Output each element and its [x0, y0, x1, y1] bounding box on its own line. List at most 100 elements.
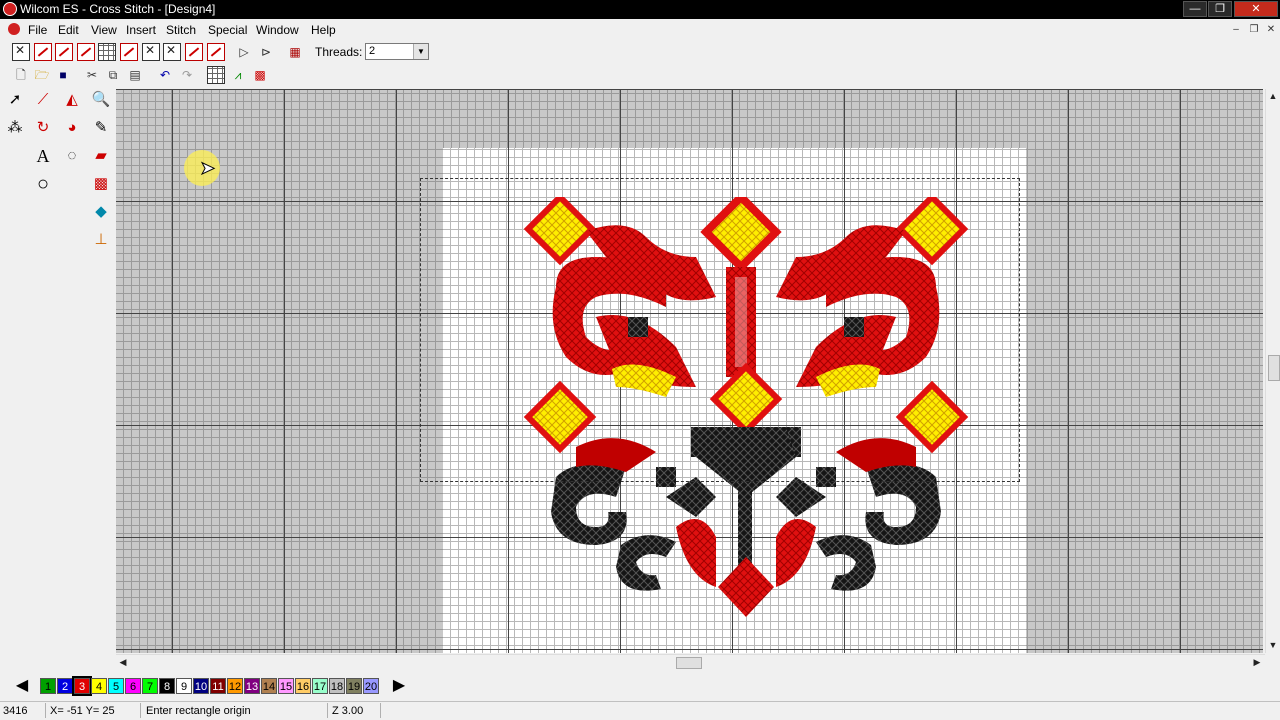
palette-swatch-3[interactable]: 3 — [72, 676, 92, 696]
document-icon[interactable] — [8, 23, 20, 35]
half-cross-icon[interactable] — [34, 43, 52, 61]
scroll-up-icon[interactable]: ▲ — [1266, 89, 1280, 103]
palette-prev-icon[interactable]: ◀ — [11, 676, 33, 696]
scroll-right-icon[interactable]: ▶ — [1250, 655, 1264, 669]
circle-icon[interactable]: ○ — [32, 173, 54, 195]
menu-stitch[interactable]: Stitch — [166, 23, 196, 37]
palette-swatch-16[interactable]: 16 — [295, 678, 311, 694]
palette-swatch-9[interactable]: 9 — [176, 678, 192, 694]
eraser-icon[interactable]: ▰ — [90, 145, 112, 167]
menu-edit[interactable]: Edit — [58, 23, 79, 37]
palette-swatch-6[interactable]: 6 — [125, 678, 141, 694]
palette-swatch-1[interactable]: 1 — [40, 678, 56, 694]
palette-swatch-7[interactable]: 7 — [142, 678, 158, 694]
new-file-icon[interactable]: 🗋 — [12, 66, 30, 84]
stitch-count: 3416 — [3, 705, 28, 717]
rotate-icon[interactable]: ↻ — [32, 117, 54, 139]
horizontal-scroll-thumb[interactable] — [676, 657, 702, 669]
palette-next-icon[interactable]: ▶ — [388, 676, 410, 696]
menu-file[interactable]: File — [28, 23, 47, 37]
maximize-button[interactable]: ❐ — [1208, 1, 1232, 17]
paste-icon[interactable]: ▤ — [126, 66, 144, 84]
slow-redraw-icon[interactable]: ⊳ — [257, 43, 275, 61]
line-stitch-icon[interactable]: ⟋ — [32, 89, 54, 111]
show-stitches-icon[interactable]: ⩘ — [229, 66, 247, 84]
cut-icon[interactable]: ✂ — [83, 66, 101, 84]
menu-insert[interactable]: Insert — [126, 23, 156, 37]
app-icon[interactable] — [3, 2, 17, 16]
copy-icon[interactable]: ⧉ — [104, 66, 122, 84]
scroll-down-icon[interactable]: ▼ — [1266, 638, 1280, 652]
mouse-pointer-icon: ➤ — [199, 158, 216, 179]
palette-swatch-14[interactable]: 14 — [261, 678, 277, 694]
palette-swatch-15[interactable]: 15 — [278, 678, 294, 694]
palette-swatch-18[interactable]: 18 — [329, 678, 345, 694]
palette-swatch-8[interactable]: 8 — [159, 678, 175, 694]
lasso-icon[interactable]: ◌ — [61, 145, 83, 167]
status-divider — [140, 703, 141, 718]
selection-rectangle — [420, 178, 1020, 482]
palette-swatch-10[interactable]: 10 — [193, 678, 209, 694]
status-prompt: Enter rectangle origin — [146, 705, 251, 717]
fill-cross-icon[interactable] — [142, 43, 160, 61]
double-cross-icon[interactable] — [163, 43, 181, 61]
quarter-cross-icon[interactable] — [55, 43, 73, 61]
cursor-coordinates: X= -51 Y= 25 — [50, 705, 115, 717]
status-divider — [380, 703, 381, 718]
scroll-left-icon[interactable]: ◀ — [116, 655, 130, 669]
show-crosses-icon[interactable]: ▩ — [251, 66, 269, 84]
quarter-grid-icon[interactable] — [98, 43, 116, 61]
reshape-icon[interactable]: ⁂ — [4, 117, 26, 139]
threads-dropdown[interactable]: 2 ▼ — [365, 43, 429, 60]
zoom-icon[interactable]: 🔍 — [90, 89, 112, 111]
palette-swatch-12[interactable]: 12 — [227, 678, 243, 694]
palette-swatch-5[interactable]: 5 — [108, 678, 124, 694]
palette-swatch-11[interactable]: 11 — [210, 678, 226, 694]
menu-help[interactable]: Help — [311, 23, 336, 37]
grid-line — [284, 89, 285, 653]
palette-swatch-17[interactable]: 17 — [312, 678, 328, 694]
palette-swatch-2[interactable]: 2 — [57, 678, 73, 694]
three-quarter-cross-icon[interactable] — [77, 43, 95, 61]
palette-swatch-19[interactable]: 19 — [346, 678, 362, 694]
minimize-button[interactable]: — — [1183, 1, 1207, 17]
palette-swatch-20[interactable]: 20 — [363, 678, 379, 694]
pattern-icon[interactable]: ▩ — [90, 173, 112, 195]
text-icon[interactable]: A — [32, 145, 54, 167]
vertical-scroll-thumb[interactable] — [1268, 355, 1280, 381]
mirror-icon[interactable]: ◭ — [61, 89, 83, 111]
stamp-icon[interactable]: ⊥ — [90, 229, 112, 251]
vertical-scrollbar[interactable]: ▲ ▼ — [1265, 89, 1280, 653]
menu-view[interactable]: View — [91, 23, 117, 37]
redo-icon[interactable]: ↷ — [178, 66, 196, 84]
menu-window[interactable]: Window — [256, 23, 299, 37]
status-divider — [45, 703, 46, 718]
paint-bucket-icon[interactable]: ◆ — [90, 201, 112, 223]
palette-swatch-4[interactable]: 4 — [91, 678, 107, 694]
backstitch-icon[interactable] — [207, 43, 225, 61]
threads-value: 2 — [369, 45, 376, 57]
mdi-close-button[interactable]: ✕ — [1263, 23, 1279, 37]
chevron-down-icon[interactable]: ▼ — [413, 44, 428, 59]
menu-special[interactable]: Special — [208, 23, 247, 37]
close-button[interactable]: ✕ — [1234, 1, 1278, 17]
fill-tool-icon[interactable]: ◕ — [61, 117, 83, 139]
pencil-icon[interactable]: ✎ — [90, 117, 112, 139]
show-grid-icon[interactable] — [207, 66, 225, 84]
save-icon[interactable]: ■ — [54, 66, 72, 84]
open-folder-icon[interactable]: 🗁 — [33, 66, 51, 84]
undo-icon[interactable]: ↶ — [156, 66, 174, 84]
play-icon[interactable]: ▷ — [235, 43, 253, 61]
outline-cross-icon[interactable] — [185, 43, 203, 61]
grid-line — [1068, 89, 1069, 653]
mdi-minimize-button[interactable]: – — [1228, 23, 1244, 37]
grid-line — [172, 89, 173, 653]
mdi-restore-button[interactable]: ❐ — [1246, 23, 1262, 37]
design-canvas[interactable] — [116, 89, 1263, 653]
select-arrow-icon[interactable]: ➚ — [4, 89, 26, 111]
thread-chart-icon[interactable]: ▦ — [286, 43, 304, 61]
petite-cross-icon[interactable] — [120, 43, 138, 61]
palette-swatch-13[interactable]: 13 — [244, 678, 260, 694]
horizontal-scrollbar[interactable]: ◀ ▶ — [116, 654, 1265, 669]
full-cross-icon[interactable] — [12, 43, 30, 61]
